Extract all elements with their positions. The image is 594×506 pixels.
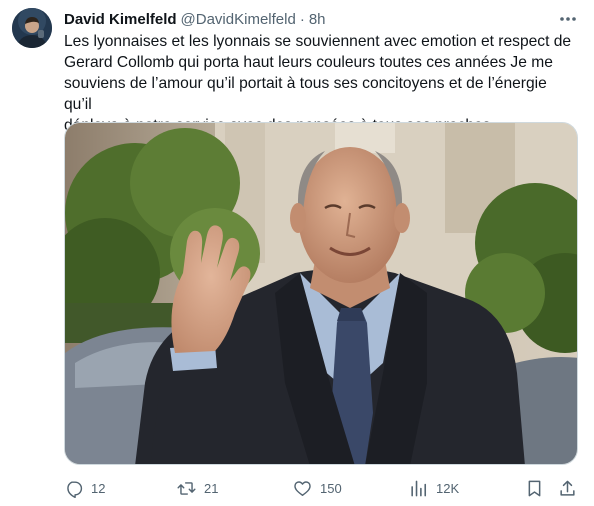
tweet-photo[interactable]: [64, 122, 578, 465]
photo-image: [65, 123, 577, 464]
more-horizontal-icon: [560, 17, 576, 21]
tweet[interactable]: David Kimelfeld @DavidKimelfeld · 8h Les…: [0, 0, 594, 506]
tweet-timestamp[interactable]: 8h: [309, 11, 326, 28]
tweet-header: David Kimelfeld @DavidKimelfeld · 8h: [64, 9, 326, 29]
heart-icon: [294, 480, 311, 496]
avatar-photo-icon: [12, 8, 52, 48]
reply-count: 12: [91, 480, 106, 496]
author-avatar[interactable]: [12, 8, 52, 48]
header-separator: ·: [299, 10, 305, 28]
like-count: 150: [320, 480, 342, 496]
views-chart-icon: [411, 480, 427, 496]
like-button[interactable]: 150: [293, 476, 342, 500]
author-display-name[interactable]: David Kimelfeld: [64, 11, 177, 28]
reply-icon: [67, 480, 83, 498]
author-handle[interactable]: @DavidKimelfeld: [181, 11, 296, 28]
retweet-icon: [177, 481, 196, 495]
share-button[interactable]: [558, 476, 577, 500]
tweet-actions: 12 21 150 12K: [64, 476, 578, 500]
more-options-button[interactable]: [556, 8, 580, 30]
views-count: 12K: [436, 480, 460, 496]
views-button[interactable]: 12K: [409, 476, 459, 500]
bookmark-button[interactable]: [525, 476, 544, 500]
share-icon: [560, 480, 575, 496]
tweet-text: Les lyonnaises et les lyonnais se souvie…: [64, 33, 572, 134]
bookmark-icon: [528, 480, 541, 496]
reply-button[interactable]: 12: [64, 476, 105, 500]
retweet-count: 21: [204, 480, 219, 496]
retweet-button[interactable]: 21: [177, 476, 218, 500]
